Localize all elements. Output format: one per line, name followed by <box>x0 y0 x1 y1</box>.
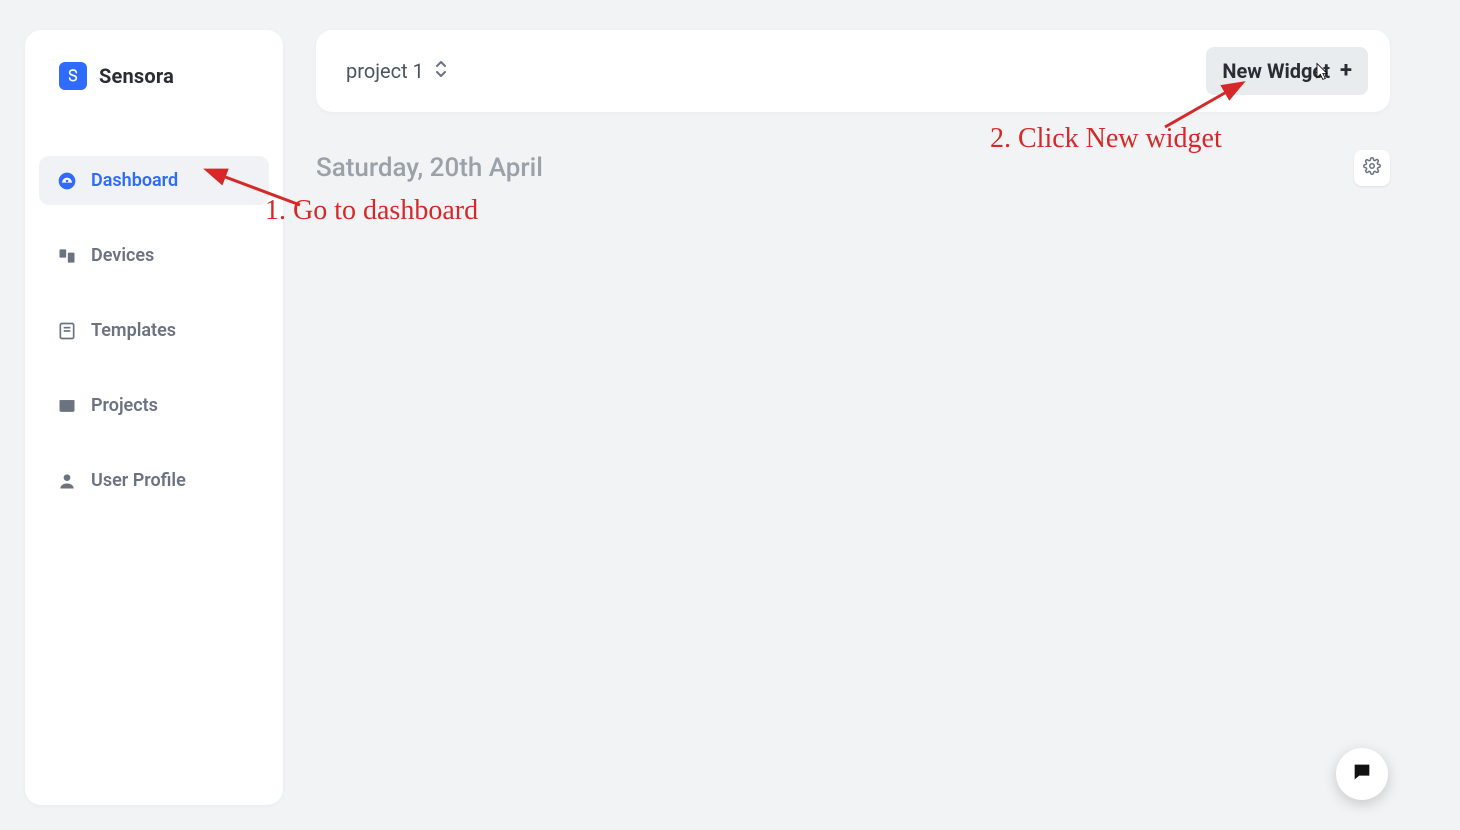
plus-icon: + <box>1340 60 1352 82</box>
chat-icon <box>1351 761 1373 787</box>
brand-name: Sensora <box>99 64 174 88</box>
projects-icon <box>57 396 77 416</box>
annotation-step1: 1. Go to dashboard <box>265 195 478 227</box>
user-icon <box>57 471 77 491</box>
chevron-up-down-icon <box>434 59 448 83</box>
chat-button[interactable] <box>1336 748 1388 800</box>
dashboard-icon <box>57 171 77 191</box>
gear-icon <box>1363 157 1381 179</box>
sidebar-item-label: Templates <box>91 320 176 341</box>
date-row: Saturday, 20th April <box>316 150 1390 186</box>
date-text: Saturday, 20th April <box>316 153 543 183</box>
sidebar-item-user-profile[interactable]: User Profile <box>39 456 269 505</box>
sidebar-item-dashboard[interactable]: Dashboard <box>39 156 269 205</box>
header-bar: project 1 New Widget + <box>316 30 1390 112</box>
new-widget-label: New Widget <box>1222 59 1330 83</box>
sidebar-item-label: Projects <box>91 395 158 416</box>
app-canvas: Sensora Dashboard Devices Templates <box>0 0 1460 830</box>
sidebar-item-devices[interactable]: Devices <box>39 231 269 280</box>
sidebar-item-projects[interactable]: Projects <box>39 381 269 430</box>
templates-icon <box>57 321 77 341</box>
sidebar-item-label: User Profile <box>91 470 186 491</box>
annotation-step2: 2. Click New widget <box>990 123 1222 155</box>
brand-logo-icon <box>59 62 87 90</box>
project-selector[interactable]: project 1 <box>346 59 448 83</box>
sidebar: Sensora Dashboard Devices Templates <box>25 30 283 805</box>
project-selector-label: project 1 <box>346 59 424 83</box>
devices-icon <box>57 246 77 266</box>
brand: Sensora <box>25 30 283 120</box>
new-widget-button[interactable]: New Widget + <box>1206 47 1368 95</box>
sidebar-item-label: Devices <box>91 245 154 266</box>
sidebar-item-label: Dashboard <box>91 170 178 191</box>
sidebar-nav: Dashboard Devices Templates Projects <box>25 120 283 505</box>
settings-button[interactable] <box>1354 150 1390 186</box>
sidebar-item-templates[interactable]: Templates <box>39 306 269 355</box>
